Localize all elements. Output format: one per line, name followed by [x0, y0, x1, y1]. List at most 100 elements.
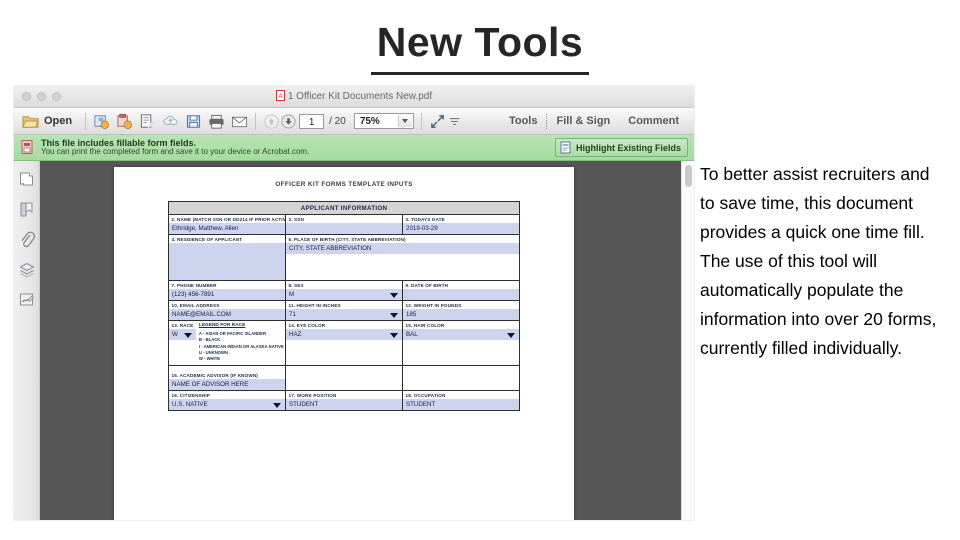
race-legend-item: I - AMERICAN INDIAN OR ALASKA NATIVE [198, 343, 284, 349]
notice-line-2: You can print the completed form and sav… [41, 147, 310, 157]
window-title-bar: A 1 Officer Kit Documents New.pdf [14, 86, 694, 108]
field-height-value[interactable]: 71 [286, 309, 402, 320]
field-phone-value[interactable]: (123) 456-7891 [169, 289, 285, 300]
comment-button[interactable]: Comment [619, 115, 688, 127]
cloud-upload-icon[interactable] [162, 113, 179, 130]
bookmarks-icon[interactable] [18, 201, 36, 219]
field-weight[interactable]: 12. WEIGHT IN POUNDS 185 [402, 300, 520, 321]
field-ssn-value[interactable] [286, 223, 402, 234]
field-todays-date-value[interactable]: 2019-03-29 [403, 223, 519, 234]
field-eye-color[interactable]: 14. EYE COLOR HAZ [285, 319, 403, 367]
field-name-value[interactable]: Ethridge, Matthew, Allen [169, 223, 285, 234]
attachments-icon[interactable] [18, 231, 36, 249]
save-disk-icon[interactable] [185, 113, 202, 130]
form-heading: OFFICER KIT FORMS TEMPLATE INPUTS [275, 181, 413, 188]
applicant-information-table: APPLICANT INFORMATION 2. NAME (MATCH SSN… [168, 201, 520, 412]
document-canvas[interactable]: OFFICER KIT FORMS TEMPLATE INPUTS APPLIC… [40, 161, 694, 520]
arrow-up-icon[interactable] [263, 113, 280, 130]
chevron-down-icon[interactable] [507, 332, 515, 338]
field-occupation[interactable]: 18. OCCUPATION STUDENT [402, 390, 520, 412]
tools-button[interactable]: Tools [500, 115, 547, 127]
field-work-position-value[interactable]: STUDENT [286, 399, 402, 411]
fit-page-icon[interactable] [429, 113, 446, 130]
field-academic-advisor-label: 16. ACADEMIC ADVISOR (IF KNOWN) [171, 373, 258, 379]
form-fields-icon [21, 140, 33, 154]
table-row: 7. PHONE NUMBER (123) 456-7891 8. SEX M … [168, 280, 520, 301]
field-phone[interactable]: 7. PHONE NUMBER (123) 456-7891 [168, 280, 286, 301]
page-thumbnails-icon[interactable] [18, 171, 36, 189]
field-citizenship[interactable]: 16. CITIZENSHIP U.S. NATIVE [168, 390, 286, 412]
page-number-input[interactable]: 1 [299, 113, 325, 129]
page-total-label: / 20 [329, 115, 346, 127]
field-todays-date-label: 3. TODAYS DATE [405, 217, 445, 222]
field-residence[interactable]: 4. RESIDENCE OF APPLICANT [168, 234, 286, 281]
field-residence-value[interactable] [169, 243, 285, 280]
chevron-down-icon[interactable] [397, 115, 412, 127]
layers-icon[interactable] [18, 261, 36, 279]
field-email-value[interactable]: NAME@EMAIL.COM [169, 309, 285, 320]
field-ssn-label: 2. SSN [288, 217, 304, 222]
race-legend-item: W - WHITE [198, 356, 221, 362]
chevron-down-icon[interactable] [273, 402, 281, 408]
more-tools-icon[interactable] [446, 113, 463, 130]
field-place-of-birth-value[interactable]: CITY, STATE ABBREVIATION [286, 243, 519, 254]
open-button[interactable]: Open [20, 112, 78, 131]
field-sex-value[interactable]: M [286, 289, 402, 300]
field-todays-date[interactable]: 3. TODAYS DATE 2019-03-29 [402, 214, 520, 235]
field-work-position[interactable]: 17. WORK POSITION STUDENT [285, 390, 403, 412]
field-sex[interactable]: 8. SEX M [285, 280, 403, 301]
create-pdf-icon[interactable] [116, 113, 133, 130]
pdf-file-icon: A [275, 90, 285, 101]
toolbar-divider-2 [255, 112, 257, 130]
field-citizenship-value[interactable]: U.S. NATIVE [169, 399, 285, 411]
field-race-value[interactable]: W [169, 329, 196, 340]
description-text: To better assist recruiters and to save … [700, 164, 937, 358]
notice-text: This file includes fillable form fields.… [41, 138, 309, 157]
scrollbar-thumb[interactable] [685, 165, 692, 187]
signatures-icon[interactable] [18, 291, 36, 309]
fill-and-sign-button[interactable]: Fill & Sign [547, 115, 619, 127]
print-icon[interactable] [208, 113, 225, 130]
field-occupation-value[interactable]: STUDENT [403, 399, 519, 411]
field-name[interactable]: 2. NAME (MATCH SSN OR DD214 IF PRIOR ACT… [168, 214, 286, 235]
table-row: 16. ACADEMIC ADVISOR (IF KNOWN) NAME OF … [168, 365, 520, 392]
field-academic-advisor[interactable]: 16. ACADEMIC ADVISOR (IF KNOWN) NAME OF … [168, 365, 286, 392]
field-race-input[interactable]: 13. RACE W [169, 321, 196, 365]
table-row: 10. EMAIL ADDRESS NAME@EMAIL.COM 11. HEI… [168, 300, 520, 321]
advisor-spacer-cell [285, 365, 403, 392]
highlight-fields-label: Highlight Existing Fields [575, 142, 681, 153]
field-height[interactable]: 11. HEIGHT IN INCHES 71 [285, 300, 403, 321]
document-title: A 1 Officer Kit Documents New.pdf [14, 90, 694, 102]
highlight-existing-fields-button[interactable]: Highlight Existing Fields [554, 138, 688, 157]
chevron-down-icon[interactable] [390, 292, 398, 298]
field-weight-value[interactable]: 185 [403, 309, 519, 320]
pdf-viewer-body: OFFICER KIT FORMS TEMPLATE INPUTS APPLIC… [14, 161, 694, 520]
vertical-scrollbar[interactable] [681, 161, 694, 520]
edit-pdf-icon[interactable] [139, 113, 156, 130]
chevron-down-icon[interactable] [390, 332, 398, 338]
table-row: 2. NAME (MATCH SSN OR DD214 IF PRIOR ACT… [168, 214, 520, 235]
email-icon[interactable] [231, 113, 248, 130]
open-button-label: Open [44, 115, 73, 127]
page-title: New Tools [0, 18, 960, 75]
field-eye-color-value[interactable]: HAZ [286, 329, 402, 340]
highlight-fields-icon [560, 141, 571, 154]
page-title-text: New Tools [370, 18, 590, 75]
chevron-down-icon[interactable] [183, 332, 192, 338]
field-date-of-birth-value[interactable] [403, 289, 519, 300]
field-academic-advisor-value[interactable]: NAME OF ADVISOR HERE [169, 379, 285, 391]
chevron-down-icon[interactable] [390, 312, 398, 318]
field-place-of-birth[interactable]: 6. PLACE OF BIRTH (CITY, STATE ABBREVIAT… [285, 234, 520, 281]
field-ssn[interactable]: 2. SSN [285, 214, 403, 235]
field-hair-color-value[interactable]: BAL [403, 329, 519, 340]
save-file-icon[interactable] [93, 113, 110, 130]
field-eye-color-label: 14. EYE COLOR [288, 323, 326, 328]
field-race[interactable]: 13. RACE W LEGEND FOR RACE A - ASIAN OR … [168, 319, 286, 367]
field-hair-color[interactable]: 15. HAIR COLOR BAL [402, 319, 520, 367]
arrow-down-icon[interactable] [280, 113, 297, 130]
field-date-of-birth[interactable]: 9. DATE OF BIRTH [402, 280, 520, 301]
zoom-select[interactable]: 75% [353, 113, 414, 129]
table-row: 16. CITIZENSHIP U.S. NATIVE 17. WORK POS… [168, 390, 520, 412]
field-hair-color-label: 15. HAIR COLOR [405, 323, 445, 328]
field-email[interactable]: 10. EMAIL ADDRESS NAME@EMAIL.COM [168, 300, 286, 321]
